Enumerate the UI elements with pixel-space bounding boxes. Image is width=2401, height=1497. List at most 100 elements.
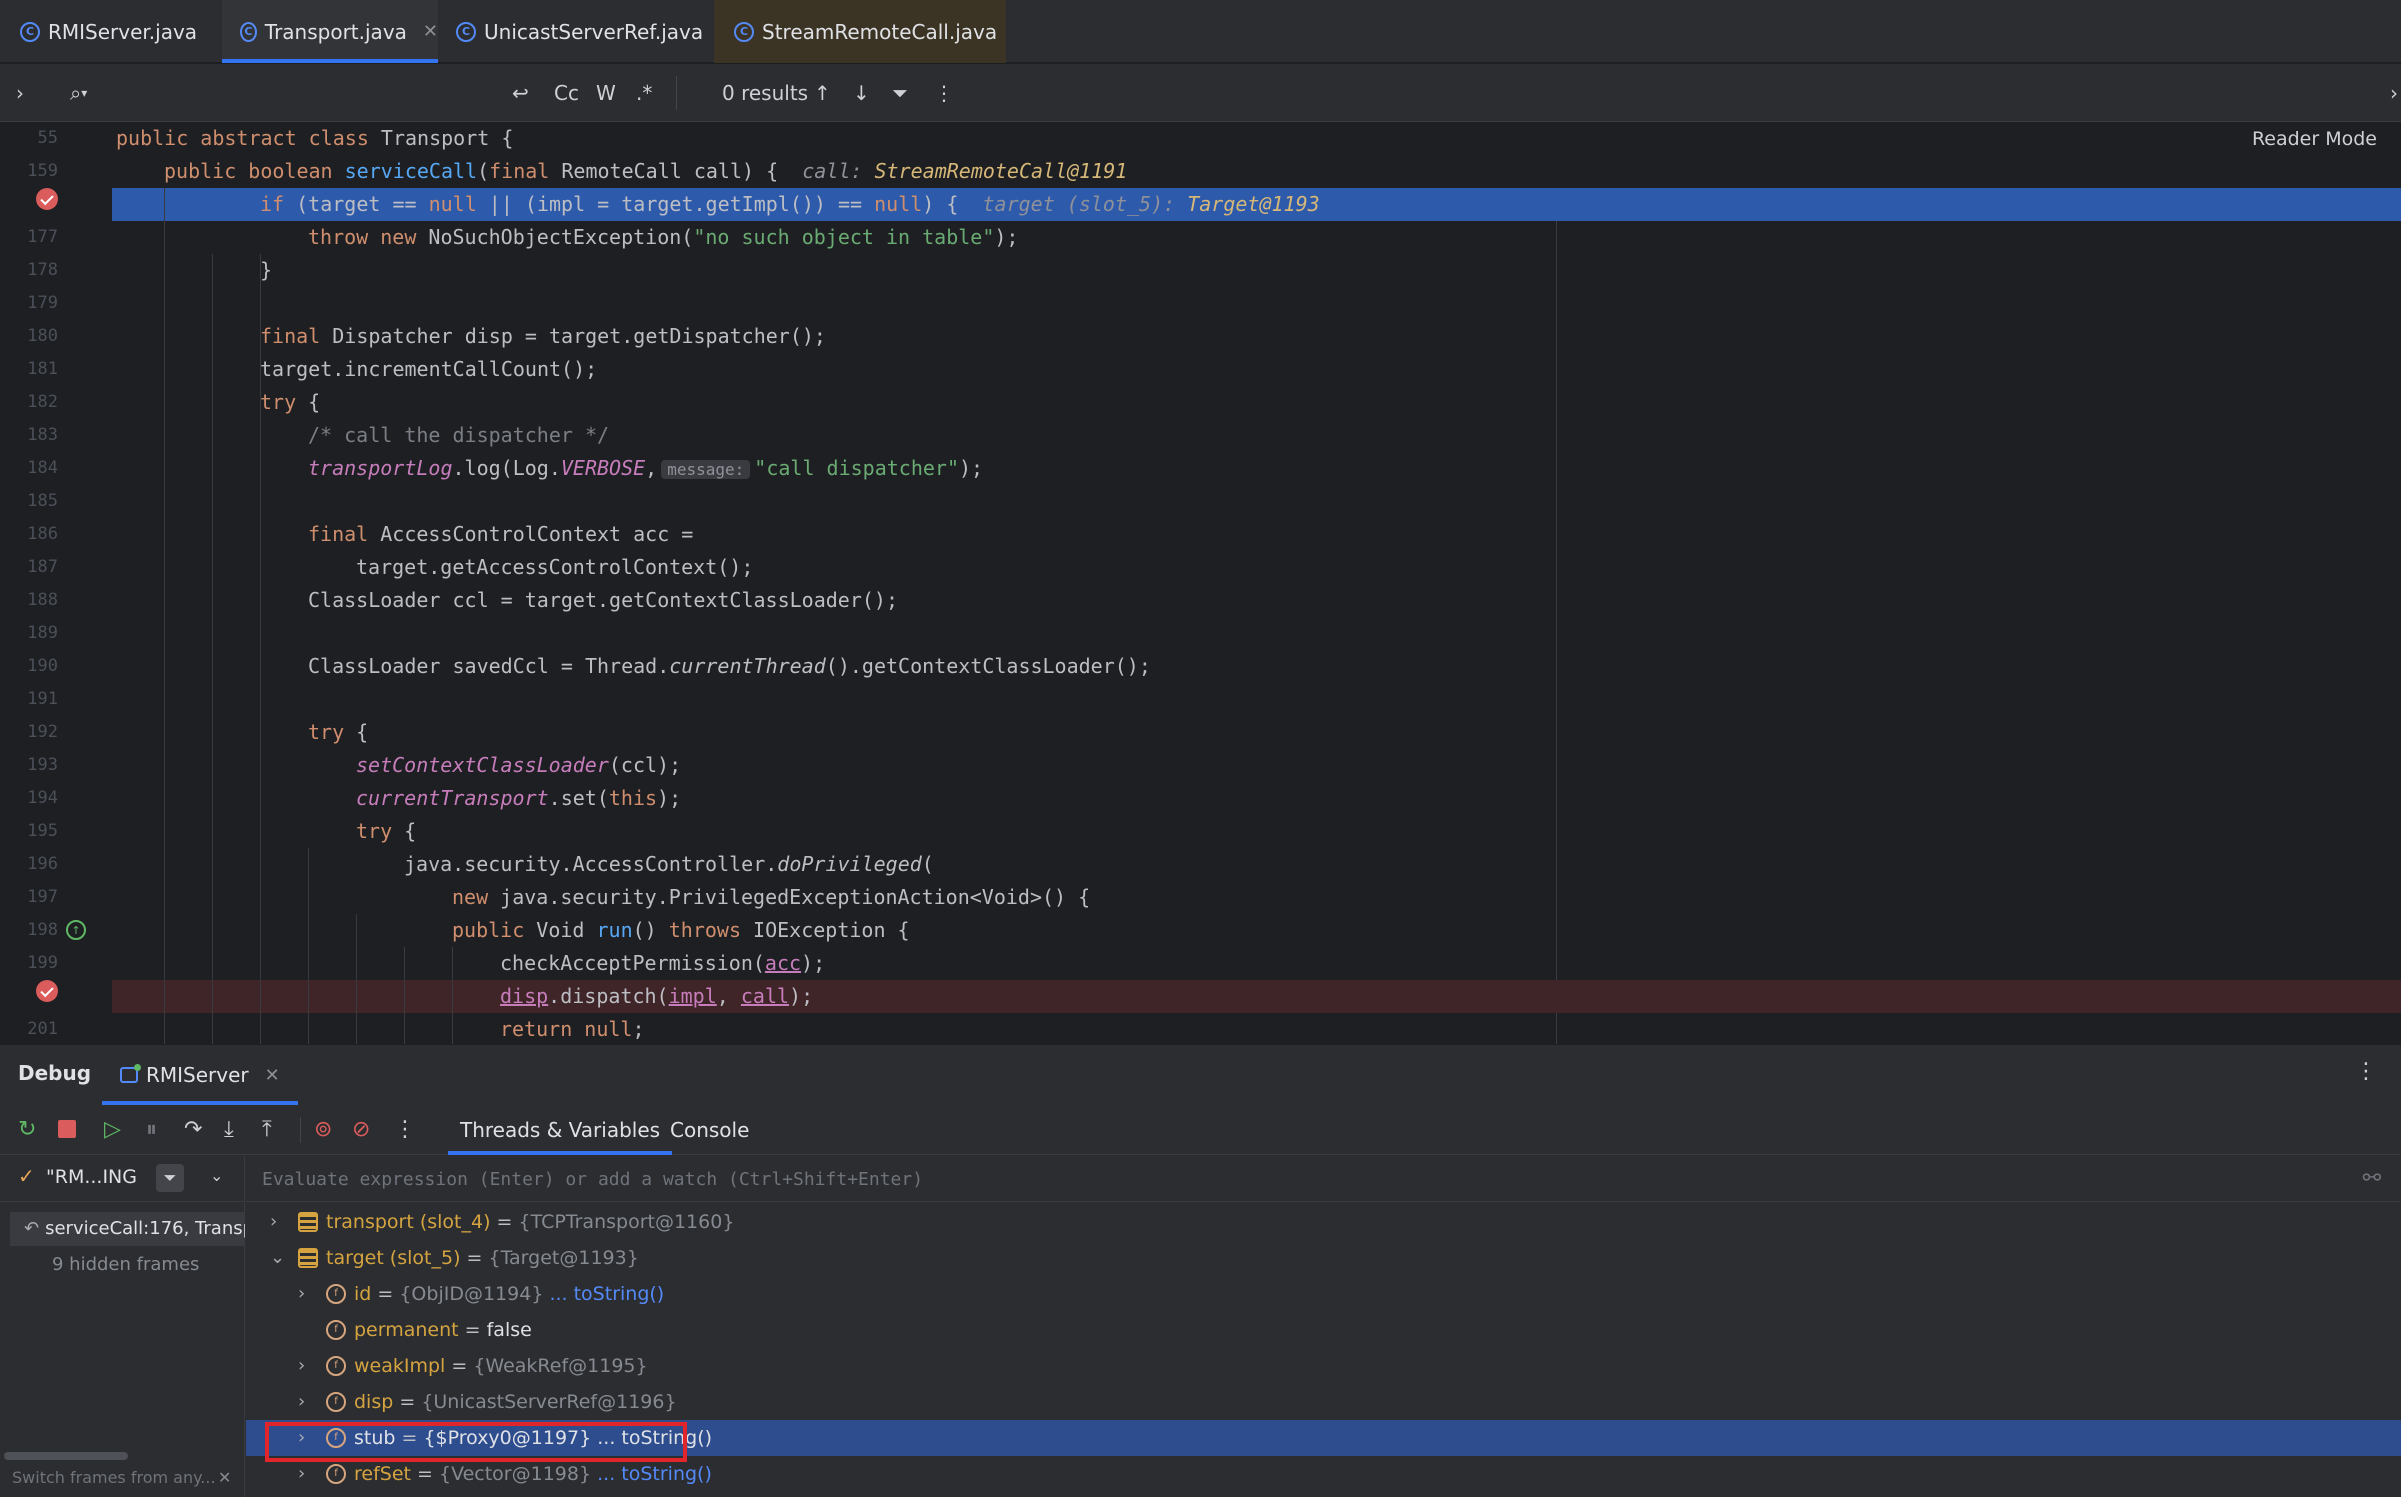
tab-transport-java[interactable]: C Transport.java ✕ — [222, 0, 438, 63]
line-number: 180 — [27, 326, 58, 346]
code-line-192: try { — [308, 720, 369, 744]
variable-name: target (slot_5) — [326, 1247, 461, 1269]
code-line-183: /* call the dispatcher */ — [308, 423, 610, 447]
filter-icon[interactable]: ⏷ — [892, 64, 908, 122]
thread-selector[interactable]: ✓ "RM...ING ⏷ ⌄ — [0, 1156, 245, 1202]
code-line-186: final AccessControlContext acc = — [308, 522, 694, 546]
previous-occurrence-icon[interactable]: ↑ — [814, 64, 831, 122]
line-number: 189 — [27, 623, 58, 643]
stop-icon[interactable] — [58, 1120, 76, 1138]
search-results-count: 0 results — [722, 81, 809, 105]
chevron-right-icon[interactable]: › — [298, 1384, 314, 1420]
new-line-icon[interactable]: ↩ — [512, 64, 529, 122]
editor-gutter[interactable]: 55 159 177 178 179 180 181 182 183 184 1… — [0, 122, 112, 1044]
line-number: 183 — [27, 425, 58, 445]
step-over-icon[interactable]: ↷ — [184, 1115, 202, 1145]
chevron-down-icon[interactable]: ⌄ — [270, 1240, 286, 1276]
editor-tab-bar: C RMIServer.java C Transport.java ✕ C Un… — [0, 0, 2401, 63]
code-line-180: final Dispatcher disp = target.getDispat… — [260, 324, 826, 348]
class-icon: C — [20, 21, 40, 42]
line-number: 198 — [27, 920, 58, 940]
variable-row[interactable]: › transport (slot_4) = {TCPTransport@116… — [246, 1204, 2401, 1240]
match-case-toggle[interactable]: Cc — [554, 64, 579, 122]
close-hint-icon[interactable]: ✕ — [218, 1468, 231, 1487]
code-line-198: public Void run() throws IOException { — [452, 918, 910, 942]
variable-name: transport (slot_4) — [326, 1211, 491, 1233]
breakpoint-icon[interactable] — [36, 188, 58, 210]
tab-streamremotecall-java[interactable]: C StreamRemoteCall.java — [714, 0, 1006, 63]
tab-console[interactable]: Console — [670, 1105, 749, 1155]
chevron-right-icon[interactable]: › — [270, 1204, 286, 1240]
view-breakpoints-icon[interactable]: ⊚ — [314, 1115, 332, 1145]
divider — [676, 76, 677, 110]
chevron-down-icon[interactable]: ⌄ — [210, 1166, 223, 1185]
debug-session-tab[interactable]: RMIServer ✕ — [102, 1045, 298, 1105]
implements-method-icon[interactable]: ↑ — [66, 920, 86, 940]
close-session-icon[interactable]: ✕ — [265, 1065, 280, 1086]
variable-row[interactable]: › f id = {ObjID@1194} ... toString() — [246, 1276, 2401, 1312]
field-icon: f — [326, 1320, 346, 1340]
chevron-right-icon[interactable]: › — [298, 1276, 314, 1312]
whole-words-toggle[interactable]: W — [596, 64, 616, 122]
line-number: 195 — [27, 821, 58, 841]
stack-frame[interactable]: ↶ serviceCall:176, Transp — [10, 1212, 245, 1246]
equals: = — [490, 1211, 519, 1233]
tab-threads-variables[interactable]: Threads & Variables — [447, 1105, 673, 1155]
code-line-breakpoint: disp.dispatch(impl, call); — [112, 980, 2401, 1013]
indent-guide — [260, 254, 261, 1044]
variable-row[interactable]: f permanent = false — [246, 1312, 2401, 1348]
indent-guide — [452, 947, 453, 1044]
code-line-182: try { — [260, 390, 321, 414]
field-icon: f — [326, 1392, 346, 1412]
mute-breakpoints-icon[interactable]: ⊘ — [352, 1115, 370, 1145]
line-number: 199 — [27, 953, 58, 973]
variable-name: weakImpl — [354, 1355, 446, 1377]
variable-value: {Target@1193} — [488, 1247, 639, 1269]
tab-rmiserver-java[interactable]: C RMIServer.java — [0, 0, 222, 63]
filter-threads-icon[interactable]: ⏷ — [156, 1164, 184, 1192]
field-icon: f — [326, 1464, 346, 1484]
local-variable-icon — [298, 1248, 318, 1268]
more-actions-icon[interactable]: ⋮ — [394, 1115, 416, 1145]
step-into-icon[interactable]: ⤓ — [224, 1115, 234, 1145]
regex-toggle[interactable]: .* — [636, 64, 652, 122]
frames-scrollbar[interactable] — [4, 1452, 128, 1460]
reader-mode-button[interactable]: Reader Mode — [2252, 128, 2377, 150]
indent-guide — [356, 914, 357, 1044]
resume-icon[interactable]: ▷ — [104, 1115, 121, 1145]
close-tab-icon[interactable]: ✕ — [423, 21, 438, 42]
more-options-icon[interactable]: ⋮ — [934, 64, 954, 122]
breakpoint-icon[interactable] — [36, 980, 58, 1002]
next-occurrence-icon[interactable]: ↓ — [853, 64, 870, 122]
evaluate-expression-input[interactable] — [262, 1156, 2262, 1202]
equals: = — [371, 1283, 400, 1305]
rerun-icon[interactable]: ↻ — [18, 1115, 36, 1145]
code-editor[interactable]: Reader Mode 55 159 177 178 179 180 181 1… — [0, 122, 2401, 1044]
thread-name: "RM...ING — [46, 1166, 137, 1188]
equals: = — [460, 1247, 489, 1269]
code-line-196: java.security.AccessController.doPrivile… — [404, 852, 934, 876]
to-string-link[interactable]: ... toString() — [597, 1463, 712, 1485]
variable-row[interactable]: › f disp = {UnicastServerRef@1196} — [246, 1384, 2401, 1420]
variable-row[interactable]: › f weakImpl = {WeakRef@1195} — [246, 1348, 2401, 1384]
pause-icon[interactable]: ⏸ — [146, 1115, 157, 1145]
hidden-frames-link[interactable]: 9 hidden frames — [10, 1248, 245, 1282]
expand-replace-chevron-icon[interactable]: › — [16, 64, 24, 122]
field-icon: f — [326, 1284, 346, 1304]
find-bar: › ⌕ ▾ ↩ Cc W .* 0 results ↑ ↓ ⏷ ⋮ › — [0, 64, 2401, 122]
variable-value: {ObjID@1194} — [399, 1283, 544, 1305]
variable-row[interactable]: ⌄ target (slot_5) = {Target@1193} — [246, 1240, 2401, 1276]
tab-unicastserverref-java[interactable]: C UnicastServerRef.java — [438, 0, 714, 63]
more-options-icon[interactable]: ⋮ — [2355, 1059, 2377, 1084]
step-out-icon[interactable]: ⤒ — [262, 1115, 272, 1145]
search-history-icon[interactable]: ⌕ ▾ — [70, 64, 87, 122]
add-watch-icon[interactable]: ⚯ — [2363, 1166, 2381, 1191]
class-icon: C — [240, 21, 257, 42]
code-line-55: public abstract class Transport { — [112, 122, 2401, 155]
close-find-icon[interactable]: › — [2390, 64, 2398, 122]
to-string-link[interactable]: ... toString() — [549, 1283, 664, 1305]
chevron-right-icon[interactable]: › — [298, 1348, 314, 1384]
variable-value: {WeakRef@1195} — [473, 1355, 648, 1377]
find-input[interactable] — [110, 76, 500, 110]
debug-header: Debug RMIServer ✕ ⋮ — [0, 1045, 2401, 1105]
